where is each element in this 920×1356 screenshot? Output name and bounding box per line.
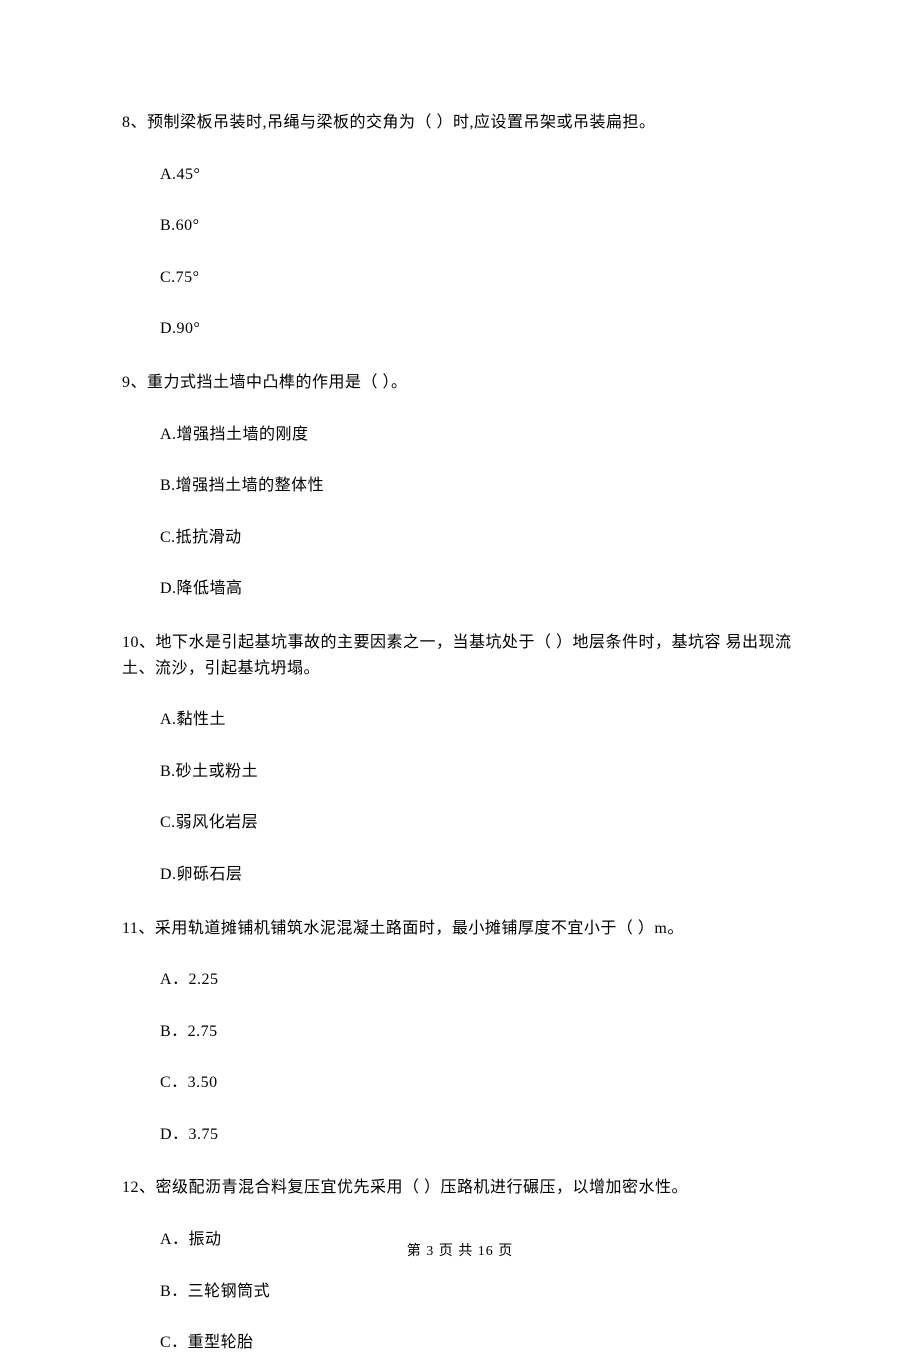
question-option: A.45° xyxy=(122,162,798,188)
question-option: D.卵砾石层 xyxy=(122,862,798,888)
question-10: 10、地下水是引起基坑事故的主要因素之一，当基坑处于（ ）地层条件时，基坑容 易… xyxy=(122,630,798,888)
question-option: A．2.25 xyxy=(122,967,798,993)
question-option: B．三轮钢筒式 xyxy=(122,1279,798,1305)
question-option: D.90° xyxy=(122,316,798,342)
question-option: B.增强挡土墙的整体性 xyxy=(122,473,798,499)
question-option: D．3.75 xyxy=(122,1122,798,1148)
question-option: B.60° xyxy=(122,213,798,239)
question-stem: 11、采用轨道摊铺机铺筑水泥混凝土路面时，最小摊铺厚度不宜小于（ ）m。 xyxy=(122,916,798,942)
question-option: D.降低墙高 xyxy=(122,576,798,602)
question-stem: 9、重力式挡土墙中凸榫的作用是（ ）。 xyxy=(122,370,798,396)
question-9: 9、重力式挡土墙中凸榫的作用是（ ）。 A.增强挡土墙的刚度 B.增强挡土墙的整… xyxy=(122,370,798,602)
question-stem: 10、地下水是引起基坑事故的主要因素之一，当基坑处于（ ）地层条件时，基坑容 易… xyxy=(122,630,798,681)
question-option: B．2.75 xyxy=(122,1019,798,1045)
question-stem: 12、密级配沥青混合料复压宜优先采用（ ）压路机进行碾压，以增加密水性。 xyxy=(122,1175,798,1201)
question-8: 8、预制梁板吊装时,吊绳与梁板的交角为（ ）时,应设置吊架或吊装扁担。 A.45… xyxy=(122,110,798,342)
question-option: C．重型轮胎 xyxy=(122,1330,798,1356)
document-content: 8、预制梁板吊装时,吊绳与梁板的交角为（ ）时,应设置吊架或吊装扁担。 A.45… xyxy=(0,0,920,1356)
question-11: 11、采用轨道摊铺机铺筑水泥混凝土路面时，最小摊铺厚度不宜小于（ ）m。 A．2… xyxy=(122,916,798,1148)
question-option: C.75° xyxy=(122,265,798,291)
question-option: C．3.50 xyxy=(122,1070,798,1096)
question-option: C.弱风化岩层 xyxy=(122,810,798,836)
question-12: 12、密级配沥青混合料复压宜优先采用（ ）压路机进行碾压，以增加密水性。 A．振… xyxy=(122,1175,798,1355)
page-footer: 第 3 页 共 16 页 xyxy=(0,1240,920,1260)
question-option: B.砂土或粉土 xyxy=(122,759,798,785)
question-option: A.黏性土 xyxy=(122,707,798,733)
question-option: A.增强挡土墙的刚度 xyxy=(122,422,798,448)
question-stem: 8、预制梁板吊装时,吊绳与梁板的交角为（ ）时,应设置吊架或吊装扁担。 xyxy=(122,110,798,136)
question-option: C.抵抗滑动 xyxy=(122,525,798,551)
